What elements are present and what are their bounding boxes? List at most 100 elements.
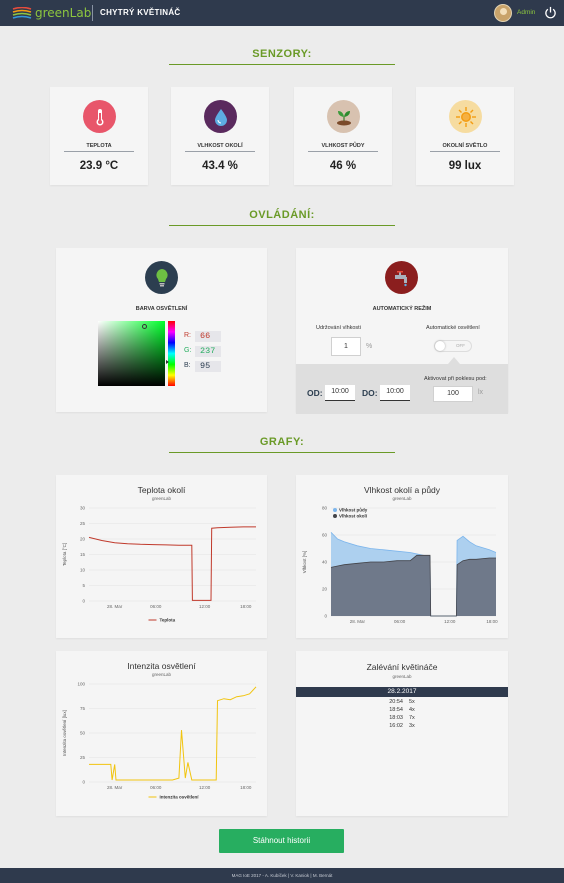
- y-tick-label: 20: [322, 587, 328, 592]
- threshold-unit: lx: [478, 389, 484, 396]
- x-tick-label: 12:00: [444, 619, 456, 624]
- watering-count: 5x: [408, 699, 415, 705]
- watering-row: 16:02 3x: [296, 722, 508, 730]
- y-tick-label: 20: [80, 537, 86, 542]
- od-time-input[interactable]: 10:00: [325, 385, 355, 401]
- y-axis-label: Teplota [°C]: [62, 543, 67, 566]
- auto-mode-label: AUTOMATICKÝ REŽIM: [372, 306, 432, 312]
- x-tick-label: 18:00: [486, 619, 498, 624]
- green-value[interactable]: 237: [195, 346, 221, 357]
- y-tick-label: 75: [80, 706, 86, 711]
- watering-row: 18:54 4x: [296, 706, 508, 714]
- color-picker-field[interactable]: [98, 321, 165, 386]
- watering-time: 16:02: [389, 723, 403, 729]
- watering-card: Zalévání květináče greenLab 28.2.2017 20…: [296, 651, 508, 816]
- humidity-input[interactable]: 1: [331, 337, 361, 356]
- sensor-value: 46 %: [329, 160, 357, 172]
- y-tick-label: 10: [80, 568, 86, 573]
- y-tick-label: 100: [77, 682, 85, 687]
- watering-time: 20:54: [389, 699, 403, 705]
- y-tick-label: 50: [80, 731, 86, 736]
- do-label: DO:: [362, 388, 378, 398]
- humidity-chart: 0 20 40 60 80 28. Mar 06:00 12:00 18:00 Vlhkost […: [302, 506, 498, 625]
- faucet-icon: [385, 261, 418, 294]
- sensor-divider: [64, 151, 134, 152]
- red-label: R:: [184, 332, 191, 339]
- threshold-input[interactable]: 100: [433, 386, 473, 402]
- sensor-divider: [308, 151, 378, 152]
- app-title: CHYTRÝ KVĚTINÁČ: [100, 8, 181, 17]
- temperature-chart: 0 5 10 15 20 25 30 28. Mar 06:00 12:00 18:00 Teplot…: [62, 506, 256, 623]
- color-picker-handle[interactable]: [142, 324, 147, 329]
- red-value[interactable]: 66: [195, 331, 221, 342]
- sensor-card-air-humidity: VLHKOST OKOLÍ 43.4 %: [171, 87, 269, 185]
- avatar[interactable]: [494, 4, 512, 22]
- y-tick-label: 0: [324, 614, 327, 619]
- y-tick-label: 30: [80, 506, 86, 511]
- section-divider: [169, 64, 395, 65]
- x-tick-label: 18:00: [240, 604, 252, 609]
- y-tick-label: 80: [322, 506, 328, 511]
- sensor-value: 43.4 %: [202, 160, 238, 172]
- download-history-button[interactable]: Stáhnout historii: [219, 829, 344, 853]
- sensor-label: TEPLOTA: [86, 143, 112, 149]
- watering-list: 20:54 5x 18:54 4x 18:03 7x 16:02 3x: [296, 698, 508, 730]
- plant-icon: [327, 100, 360, 133]
- x-tick-label: 06:00: [150, 604, 162, 609]
- threshold-label: Aktivovat při poklesu pod:: [424, 376, 487, 382]
- temperature-chart-card: Teplota okolí greenLab 0 5 10 15 20 25 30 28. M…: [56, 475, 267, 638]
- series-line: [88, 526, 256, 601]
- sensor-value: 23.9 °C: [79, 160, 119, 172]
- watering-time: 18:54: [389, 707, 403, 713]
- blue-value[interactable]: 95: [195, 361, 221, 372]
- x-tick-label: 28. Mar: [350, 619, 366, 624]
- user-name[interactable]: Admin: [517, 9, 535, 16]
- logo-text: greenLab: [35, 6, 92, 20]
- sensor-label: VLHKOST OKOLÍ: [197, 143, 243, 149]
- legend-label: Vlhkost okolí: [339, 514, 368, 519]
- y-tick-label: 0: [82, 599, 85, 604]
- auto-mode-card: AUTOMATICKÝ REŽIM Udržování vlhkosti 1 %…: [296, 248, 508, 414]
- sensor-divider: [430, 151, 500, 152]
- auto-light-toggle[interactable]: OFF: [434, 340, 472, 352]
- legend-label: Teplota: [160, 618, 176, 623]
- watering-row: 18:03 7x: [296, 714, 508, 722]
- watering-time: 18:03: [389, 715, 403, 721]
- toggle-knob: [435, 341, 445, 351]
- x-tick-label: 18:00: [240, 785, 252, 790]
- y-tick-label: 25: [80, 755, 86, 760]
- watering-count: 4x: [408, 707, 415, 713]
- toggle-pointer: [448, 357, 460, 364]
- watering-date-header: 28.2.2017: [296, 687, 508, 697]
- x-tick-label: 12:00: [199, 785, 211, 790]
- power-icon[interactable]: [544, 6, 557, 19]
- od-label: OD:: [307, 388, 323, 398]
- humidity-keep-label: Udržování vlhkosti: [316, 325, 361, 331]
- logo[interactable]: greenLab: [12, 4, 91, 22]
- y-tick-label: 0: [82, 780, 85, 785]
- series-area: [331, 555, 496, 616]
- x-tick-label: 28. Mar: [107, 785, 123, 790]
- sensor-divider: [185, 151, 255, 152]
- watering-row: 20:54 5x: [296, 698, 508, 706]
- light-chart: 0 25 50 75 100 28. Mar 06:00 12:00 18:00 Intenzit…: [62, 682, 257, 800]
- green-label: G:: [184, 347, 192, 354]
- auto-light-label: Automatické osvětlení: [426, 325, 480, 331]
- legend-marker: [333, 508, 337, 512]
- series-line: [89, 686, 257, 781]
- thermometer-icon: [83, 100, 116, 133]
- lighting-label: BARVA OSVĚTLENÍ: [135, 306, 188, 312]
- sensor-value: 99 lux: [448, 160, 482, 172]
- do-time-input[interactable]: 10:00: [380, 385, 410, 401]
- y-tick-label: 60: [322, 533, 328, 538]
- hue-slider[interactable]: [166, 321, 175, 386]
- header-divider: [92, 5, 93, 21]
- sensor-card-ambient-light: OKOLNÍ SVĚTLO 99 lux: [416, 87, 514, 185]
- section-divider: [169, 225, 395, 226]
- hue-slider-handle[interactable]: [166, 360, 169, 364]
- sensor-label: VLHKOST PŮDY: [321, 143, 365, 149]
- x-tick-label: 06:00: [150, 785, 162, 790]
- y-axis-label: Intenzita osvětlení [lux]: [62, 710, 67, 756]
- x-tick-label: 06:00: [394, 619, 406, 624]
- sun-icon: [449, 100, 482, 133]
